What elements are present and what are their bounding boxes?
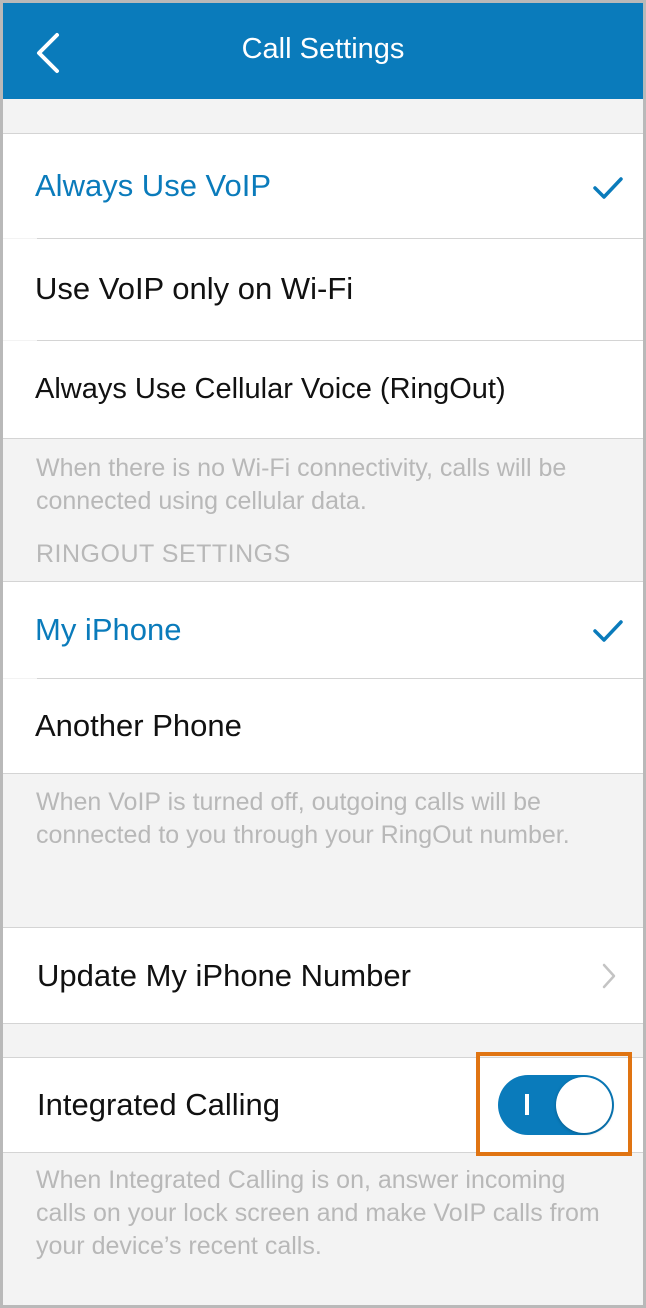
page-title: Call Settings xyxy=(241,33,405,65)
ringout-section-header: RINGOUT SETTINGS xyxy=(36,540,291,568)
toggle-highlight-box xyxy=(476,1052,632,1156)
option-label: Always Use VoIP xyxy=(35,168,272,203)
checkmark-icon xyxy=(593,620,623,642)
group-bottom-divider xyxy=(3,773,643,774)
option-label: Another Phone xyxy=(35,708,242,743)
option-voip-wifi-only[interactable]: Use VoIP only on Wi-Fi xyxy=(3,239,643,340)
option-label: Use VoIP only on Wi-Fi xyxy=(35,271,354,306)
integrated-calling-note: When Integrated Calling is on, answer in… xyxy=(36,1166,600,1260)
group-bottom-divider xyxy=(3,1023,643,1024)
voip-note: When there is no Wi-Fi connectivity, cal… xyxy=(36,454,567,515)
option-always-cellular[interactable]: Always Use Cellular Voice (RingOut) xyxy=(3,341,643,438)
call-settings-screen: Call Settings Always Use VoIP Use VoIP o… xyxy=(0,0,646,1308)
option-my-iphone[interactable]: My iPhone xyxy=(3,582,643,678)
navigation-bar: Call Settings xyxy=(3,3,643,99)
option-another-phone[interactable]: Another Phone xyxy=(3,679,643,773)
ringout-note: When VoIP is turned off, outgoing calls … xyxy=(36,788,570,849)
checkmark-icon xyxy=(593,177,623,199)
group-bottom-divider xyxy=(3,438,643,439)
update-iphone-number-row[interactable]: Update My iPhone Number xyxy=(3,928,643,1023)
option-always-use-voip[interactable]: Always Use VoIP xyxy=(3,134,643,238)
option-label: Always Use Cellular Voice (RingOut) xyxy=(35,373,506,405)
integrated-calling-label: Integrated Calling xyxy=(37,1087,280,1122)
update-number-label: Update My iPhone Number xyxy=(37,958,411,993)
chevron-right-icon xyxy=(602,963,616,989)
option-label: My iPhone xyxy=(35,612,182,647)
